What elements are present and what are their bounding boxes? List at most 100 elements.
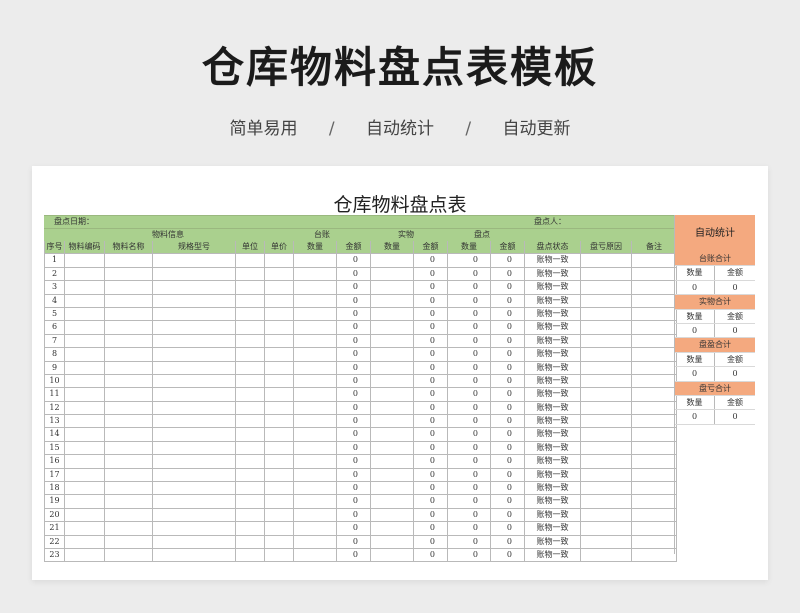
cell-count-status[interactable]: 账物一致 bbox=[525, 428, 581, 442]
cell-count-status[interactable]: 账物一致 bbox=[525, 254, 581, 268]
cell-count-status[interactable]: 账物一致 bbox=[525, 281, 581, 295]
cell-count-qty[interactable]: 0 bbox=[448, 254, 491, 268]
cell-material-code[interactable] bbox=[65, 254, 105, 268]
cell-actual-amt[interactable]: 0 bbox=[414, 281, 448, 295]
cell-count-status[interactable]: 账物一致 bbox=[525, 455, 581, 469]
cell-material-name[interactable] bbox=[105, 254, 153, 268]
cell-material-code[interactable] bbox=[65, 468, 105, 483]
cell-unit-price[interactable] bbox=[265, 294, 294, 308]
cell-ledger-qty[interactable] bbox=[294, 455, 337, 469]
cell-actual-qty[interactable] bbox=[371, 281, 414, 295]
cell-remarks[interactable] bbox=[632, 307, 677, 322]
cell-ledger-amt[interactable]: 0 bbox=[337, 267, 371, 282]
cell-count-qty[interactable]: 0 bbox=[448, 334, 491, 349]
cell-unit-price[interactable] bbox=[265, 321, 294, 335]
cell-loss-reason[interactable] bbox=[581, 468, 632, 483]
cell-count-status[interactable]: 账物一致 bbox=[525, 468, 581, 483]
cell-unit-price[interactable] bbox=[265, 455, 294, 469]
cell-loss-reason[interactable] bbox=[581, 522, 632, 536]
cell-remarks[interactable] bbox=[632, 294, 677, 308]
cell-ledger-amt[interactable]: 0 bbox=[337, 441, 371, 456]
cell-count-qty[interactable]: 0 bbox=[448, 455, 491, 469]
cell-ledger-amt[interactable]: 0 bbox=[337, 428, 371, 442]
cell-unit[interactable] bbox=[236, 374, 265, 389]
cell-material-name[interactable] bbox=[105, 482, 153, 496]
cell-ledger-qty[interactable] bbox=[294, 267, 337, 282]
cell-count-amt[interactable]: 0 bbox=[491, 441, 525, 456]
cell-count-status[interactable]: 账物一致 bbox=[525, 548, 581, 563]
cell-actual-qty[interactable] bbox=[371, 361, 414, 375]
cell-unit-price[interactable] bbox=[265, 522, 294, 536]
cell-material-code[interactable] bbox=[65, 455, 105, 469]
cell-ledger-qty[interactable] bbox=[294, 522, 337, 536]
cell-unit-price[interactable] bbox=[265, 548, 294, 563]
cell-actual-qty[interactable] bbox=[371, 307, 414, 322]
cell-count-amt[interactable]: 0 bbox=[491, 522, 525, 536]
cell-actual-qty[interactable] bbox=[371, 334, 414, 349]
cell-unit-price[interactable] bbox=[265, 535, 294, 549]
cell-actual-amt[interactable]: 0 bbox=[414, 307, 448, 322]
cell-seq[interactable]: 1 bbox=[44, 254, 65, 268]
cell-loss-reason[interactable] bbox=[581, 535, 632, 549]
cell-actual-qty[interactable] bbox=[371, 294, 414, 308]
cell-count-amt[interactable]: 0 bbox=[491, 307, 525, 322]
cell-material-name[interactable] bbox=[105, 348, 153, 362]
summary-amt-value[interactable]: 0 bbox=[715, 324, 755, 337]
cell-seq[interactable]: 12 bbox=[44, 401, 65, 416]
cell-loss-reason[interactable] bbox=[581, 321, 632, 335]
cell-spec-model[interactable] bbox=[153, 535, 236, 549]
cell-ledger-amt[interactable]: 0 bbox=[337, 495, 371, 509]
cell-loss-reason[interactable] bbox=[581, 482, 632, 496]
cell-spec-model[interactable] bbox=[153, 254, 236, 268]
cell-remarks[interactable] bbox=[632, 482, 677, 496]
cell-material-code[interactable] bbox=[65, 267, 105, 282]
cell-material-name[interactable] bbox=[105, 548, 153, 563]
cell-actual-qty[interactable] bbox=[371, 455, 414, 469]
summary-amt-value[interactable]: 0 bbox=[715, 367, 755, 380]
cell-spec-model[interactable] bbox=[153, 267, 236, 282]
cell-spec-model[interactable] bbox=[153, 334, 236, 349]
cell-count-status[interactable]: 账物一致 bbox=[525, 307, 581, 322]
cell-count-amt[interactable]: 0 bbox=[491, 281, 525, 295]
cell-ledger-amt[interactable]: 0 bbox=[337, 281, 371, 295]
cell-material-name[interactable] bbox=[105, 455, 153, 469]
cell-ledger-qty[interactable] bbox=[294, 508, 337, 523]
cell-count-amt[interactable]: 0 bbox=[491, 254, 525, 268]
cell-actual-qty[interactable] bbox=[371, 401, 414, 416]
cell-count-status[interactable]: 账物一致 bbox=[525, 495, 581, 509]
cell-unit[interactable] bbox=[236, 428, 265, 442]
cell-ledger-amt[interactable]: 0 bbox=[337, 361, 371, 375]
cell-spec-model[interactable] bbox=[153, 348, 236, 362]
cell-count-qty[interactable]: 0 bbox=[448, 281, 491, 295]
summary-amt-value[interactable]: 0 bbox=[715, 281, 755, 294]
cell-remarks[interactable] bbox=[632, 281, 677, 295]
cell-unit[interactable] bbox=[236, 522, 265, 536]
cell-count-status[interactable]: 账物一致 bbox=[525, 535, 581, 549]
cell-spec-model[interactable] bbox=[153, 508, 236, 523]
cell-material-code[interactable] bbox=[65, 428, 105, 442]
summary-amt-value[interactable]: 0 bbox=[715, 410, 755, 423]
cell-ledger-qty[interactable] bbox=[294, 428, 337, 442]
cell-seq[interactable]: 15 bbox=[44, 441, 65, 456]
cell-ledger-amt[interactable]: 0 bbox=[337, 321, 371, 335]
cell-count-amt[interactable]: 0 bbox=[491, 321, 525, 335]
cell-unit-price[interactable] bbox=[265, 281, 294, 295]
cell-seq[interactable]: 9 bbox=[44, 361, 65, 375]
cell-actual-qty[interactable] bbox=[371, 254, 414, 268]
cell-material-code[interactable] bbox=[65, 294, 105, 308]
cell-unit[interactable] bbox=[236, 455, 265, 469]
cell-unit-price[interactable] bbox=[265, 374, 294, 389]
cell-ledger-amt[interactable]: 0 bbox=[337, 508, 371, 523]
cell-actual-amt[interactable]: 0 bbox=[414, 428, 448, 442]
cell-actual-amt[interactable]: 0 bbox=[414, 267, 448, 282]
cell-actual-qty[interactable] bbox=[371, 548, 414, 563]
cell-unit-price[interactable] bbox=[265, 307, 294, 322]
cell-count-status[interactable]: 账物一致 bbox=[525, 348, 581, 362]
cell-count-amt[interactable]: 0 bbox=[491, 415, 525, 429]
cell-unit[interactable] bbox=[236, 495, 265, 509]
cell-remarks[interactable] bbox=[632, 535, 677, 549]
cell-remarks[interactable] bbox=[632, 455, 677, 469]
cell-material-name[interactable] bbox=[105, 294, 153, 308]
cell-seq[interactable]: 11 bbox=[44, 388, 65, 402]
cell-remarks[interactable] bbox=[632, 374, 677, 389]
